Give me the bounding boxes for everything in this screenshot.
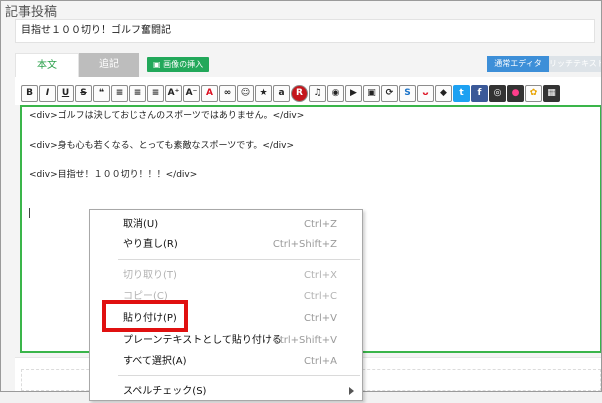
table-icon[interactable]: ▦ [543, 85, 560, 102]
quote-icon[interactable]: ❝ [93, 85, 110, 102]
image-icon: ▣ [153, 60, 161, 69]
tab-main-text[interactable]: 本文 [15, 53, 79, 77]
insert-image-button[interactable]: ▣ 画像の挿入 [147, 57, 210, 72]
formatting-toolbar: B I U S ❝ ≡ ≡ ≡ A⁺ A⁻ A ∞ ☺ ★ a R ♫ ◉ ▶ ▣ ⟳ Sᴗ ◆ t f ◎ ● ✿ ▦ [21, 85, 560, 102]
menu-item-label: やり直し(R) [123, 239, 178, 250]
menu-item-shortcut: Ctrl+Z [303, 219, 337, 230]
menu-item-undo[interactable]: 取消(U) Ctrl+Z [90, 214, 362, 236]
tab-extra-text[interactable]: 追記 [79, 53, 139, 77]
page-heading: 記事投稿 [5, 5, 58, 20]
align-right-icon[interactable]: ≡ [147, 85, 164, 102]
font-color-icon[interactable]: A [201, 85, 218, 102]
font-size-up-icon[interactable]: A⁺ [165, 85, 182, 102]
strikethrough-icon[interactable]: S [75, 85, 92, 102]
menu-item-label: スペルチェック(S) [123, 386, 207, 397]
link-icon[interactable]: ∞ [219, 85, 236, 102]
facebook-icon[interactable]: f [471, 85, 488, 102]
underline-icon[interactable]: U [57, 85, 74, 102]
align-left-icon[interactable]: ≡ [111, 85, 128, 102]
bold-icon[interactable]: B [21, 85, 38, 102]
menu-item-shortcut: Ctrl+A [303, 356, 337, 367]
editor-line: <div>身も心も若くなる、とっても素敵なスポーツです。</div> [29, 141, 295, 151]
font-size-down-icon[interactable]: A⁻ [183, 85, 200, 102]
photos-icon[interactable]: ✿ [525, 85, 542, 102]
niconico-icon[interactable]: ▣ [363, 85, 380, 102]
music-icon[interactable]: ♫ [309, 85, 326, 102]
post-title-input[interactable]: 目指せ１００切り！ゴルフ奮闘記 [15, 19, 595, 43]
menu-separator [118, 375, 360, 376]
smile-face-icon[interactable]: ᴗ [417, 85, 434, 102]
share-icon[interactable]: ⟳ [381, 85, 398, 102]
menu-item-cut[interactable]: 切り取り(T) Ctrl+X [90, 265, 362, 287]
globe-icon[interactable]: ◉ [327, 85, 344, 102]
insert-image-label: 画像の挿入 [163, 60, 204, 69]
editor-line: <div>目指せ！１００切り！！！</div> [29, 170, 198, 180]
youtube-icon[interactable]: ▶ [345, 85, 362, 102]
tag-icon[interactable]: ◆ [435, 85, 452, 102]
menu-item-label: すべて選択(A) [123, 356, 187, 367]
italic-icon[interactable]: I [39, 85, 56, 102]
menu-item-paste-plain-text[interactable]: プレーンテキストとして貼り付ける Ctrl+Shift+V [90, 330, 362, 352]
rakuten-icon[interactable]: R [291, 85, 308, 102]
menu-item-select-all[interactable]: すべて選択(A) Ctrl+A [90, 351, 362, 373]
menu-item-shortcut: Ctrl+V [303, 313, 337, 324]
menu-item-redo[interactable]: やり直し(R) Ctrl+Shift+Z [90, 234, 362, 256]
menu-item-shortcut: Ctrl+X [303, 270, 337, 281]
paste-highlight-box [102, 300, 188, 332]
twitter-icon[interactable]: t [453, 85, 470, 102]
amazon-icon[interactable]: a [273, 85, 290, 102]
submenu-arrow-icon [349, 387, 354, 395]
menu-item-label: 取消(U) [123, 219, 159, 230]
menu-item-spellcheck[interactable]: スペルチェック(S) [90, 381, 362, 403]
menu-item-label: プレーンテキストとして貼り付ける [123, 335, 282, 346]
normal-editor-button[interactable]: 通常エディタ [487, 56, 549, 72]
menu-item-label: 切り取り(T) [123, 270, 177, 281]
star-icon[interactable]: ★ [255, 85, 272, 102]
menu-separator [118, 259, 360, 260]
editor-line: <div>ゴルフは決しておじさんのスポーツではありません。</div> [29, 111, 305, 121]
flickr-icon[interactable]: ● [507, 85, 524, 102]
rich-text-editor-button[interactable]: リッチテキスト [549, 56, 601, 72]
instagram-icon[interactable]: ◎ [489, 85, 506, 102]
emoji-icon[interactable]: ☺ [237, 85, 254, 102]
menu-item-shortcut: Ctrl+C [303, 291, 337, 302]
align-center-icon[interactable]: ≡ [129, 85, 146, 102]
circle-s-icon[interactable]: S [399, 85, 416, 102]
menu-item-shortcut: Ctrl+Shift+Z [272, 239, 337, 250]
text-caret [29, 208, 30, 218]
menu-item-shortcut: Ctrl+Shift+V [272, 335, 337, 346]
